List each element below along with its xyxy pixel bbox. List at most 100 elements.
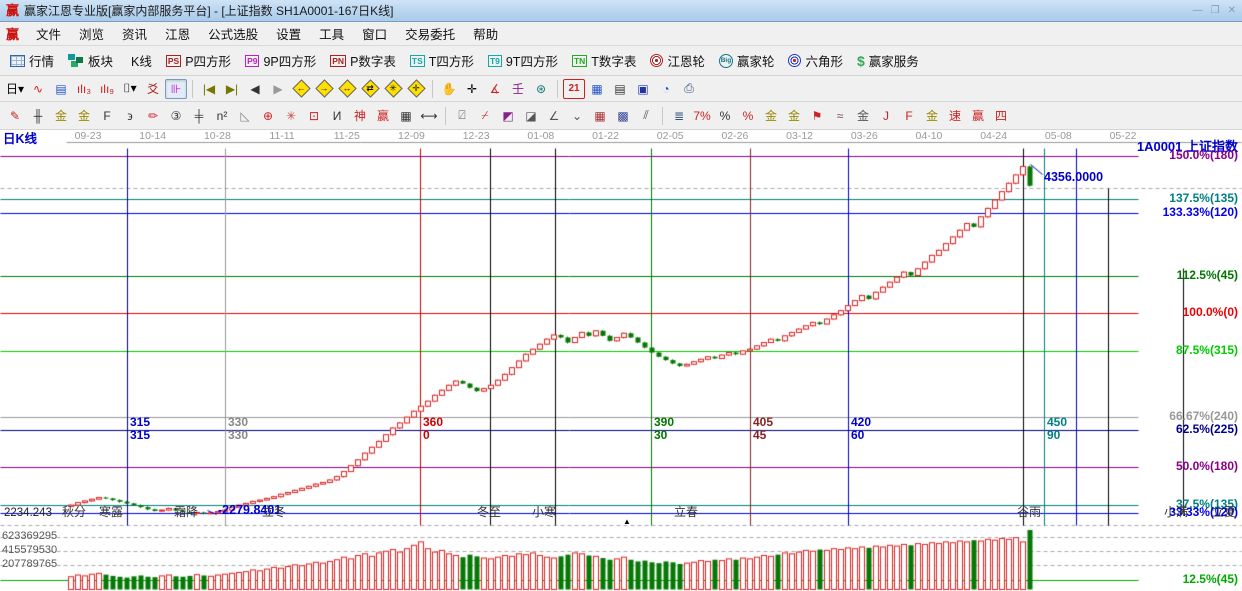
quotes-button[interactable]: 行情 [4,48,60,73]
menu-item-3[interactable]: 江恩 [156,21,199,46]
gann-tool-purple-button[interactable]: 壬 [507,79,529,99]
ying-tool-button[interactable]: 赢 [372,106,394,126]
fan-box-purple-button[interactable]: ◩ [497,106,519,126]
cycle-3-button[interactable]: ③ [165,106,187,126]
maximize-button[interactable]: ❐ [1211,5,1220,16]
level-table-button[interactable]: ≣ [668,106,690,126]
draw-pen-button[interactable]: ✎ [4,106,26,126]
flag-pen-button[interactable]: ⚑ [806,106,828,126]
ruler-ticks-button[interactable]: ╫ [27,106,49,126]
winner-wheel-button[interactable]: Big 赢家轮 [713,48,781,73]
gold-fan-button[interactable]: 金 [852,106,874,126]
menu-item-1[interactable]: 浏览 [70,21,113,46]
period-day-dropdown[interactable]: 日▾ [4,79,26,99]
close-button[interactable]: ✕ [1228,5,1236,16]
v-wave-button[interactable]: ⌄ [566,106,588,126]
zoom-all-diamond[interactable]: ✳ [382,79,404,99]
box-burst-button[interactable]: ⊡ [303,106,325,126]
hand-tool-button[interactable]: ✋ [438,79,460,99]
four-line-button[interactable]: 四 [990,106,1012,126]
save-button[interactable]: ▣ [632,79,654,99]
pattern-button[interactable]: 爻 [142,79,164,99]
parallel-lines-button[interactable]: ⫽ [635,106,657,126]
info-doc-button[interactable]: ▤ [50,79,72,99]
grid-blue-button[interactable]: ▩ [612,106,634,126]
angle-measure-button[interactable]: ∡ [484,79,506,99]
menu-item-7[interactable]: 窗口 [353,21,396,46]
winner-service-button[interactable]: $ 赢家服务 [851,48,925,73]
percent-7-button[interactable]: 7% [691,106,713,126]
t-square-button[interactable]: TS T四方形 [404,48,480,73]
f-ruler-button[interactable]: F [96,106,118,126]
calculator-button[interactable]: ▦ [586,79,608,99]
gann-wheel-button[interactable]: 江恩轮 [644,48,711,73]
menu-item-0[interactable]: 文件 [27,21,70,46]
calendar-21-button[interactable]: 21 [563,78,585,99]
gold-angle-button[interactable]: 金 [921,106,943,126]
kline-chart-canvas[interactable] [0,130,1242,591]
fan-red-button[interactable]: ⌿ [474,106,496,126]
print-button[interactable]: ⎙ [678,79,700,99]
sectors-button[interactable]: 板块 [62,48,119,73]
notes-button[interactable]: ▤ [609,79,631,99]
p-number-table-button[interactable]: PN P数字表 [324,48,402,73]
gold-ruler-1-button[interactable]: 金 [50,106,72,126]
speed-line-button[interactable]: 速 [944,106,966,126]
wave-channel-button[interactable]: ≈ [829,106,851,126]
menu-item-8[interactable]: 交易委托 [396,21,464,46]
j-line-button[interactable]: J [875,106,897,126]
child-window-icon[interactable]: 赢 [4,24,27,43]
gold-levels-button[interactable]: 金 [783,106,805,126]
menu-item-9[interactable]: 帮助 [464,21,507,46]
prev-button[interactable]: ◀ [244,79,266,99]
angle-fan-button[interactable]: ∠ [543,106,565,126]
angle-ruler-button[interactable]: ◺ [234,106,256,126]
gann-box-button[interactable]: ⍁ [451,106,473,126]
grid-123-button[interactable]: ▦ [395,106,417,126]
wave-marks-button[interactable]: И [326,106,348,126]
t-number-table-button[interactable]: TN T数字表 [566,48,642,73]
shen-tool-button[interactable]: 神 [349,106,371,126]
crosshair-button[interactable]: ✛ [461,79,483,99]
gold-circle-button[interactable]: 金 [760,106,782,126]
zoom-reset-diamond[interactable]: ✛ [405,79,427,99]
menu-item-5[interactable]: 设置 [267,21,310,46]
candle-style-dropdown[interactable]: ⌷▾ [119,79,141,99]
expand-diamond[interactable]: ↔ [336,79,358,99]
first-page-button[interactable]: |◀ [198,79,220,99]
n-squared-button[interactable]: n² [211,106,233,126]
star-burst-button[interactable]: ✳ [280,106,302,126]
last-page-button[interactable]: ▶| [221,79,243,99]
chart-clock-button[interactable]: ◔ [655,79,677,99]
gold-ruler-2-button[interactable]: 金 [73,106,95,126]
fan-box-button[interactable]: ◪ [520,106,542,126]
p-square-button[interactable]: PS P四方形 [160,48,237,73]
menu-item-2[interactable]: 资讯 [113,21,156,46]
hexagon-button[interactable]: 六角形 [782,48,849,73]
9t-square-button[interactable]: T9 9T四方形 [482,48,564,73]
9p-square-button[interactable]: P9 9P四方形 [239,48,322,73]
menu-item-4[interactable]: 公式选股 [199,21,267,46]
bars-9-button[interactable]: ılı₉ [96,79,118,99]
pen-2-button[interactable]: ✏ [142,106,164,126]
color-bars-button[interactable]: ⊪ [165,78,187,99]
shift-left-diamond[interactable]: ← [290,79,312,99]
width-measure-button[interactable]: ⟷ [418,106,440,126]
arc-tool-button[interactable]: ϶ [119,106,141,126]
wave-chart-button[interactable]: ∿ [27,79,49,99]
compress-diamond[interactable]: ⇄ [359,79,381,99]
grid-red-button[interactable]: ▦ [589,106,611,126]
percent-lines-button[interactable]: % [737,106,759,126]
percent-button[interactable]: % [714,106,736,126]
bars-3-button[interactable]: ılı₃ [73,79,95,99]
kline-button[interactable]: K线 [121,48,158,73]
ruler-2-button[interactable]: ╪ [188,106,210,126]
circle-target-button[interactable]: ⊕ [257,106,279,126]
next-button[interactable]: ▶ [267,79,289,99]
shift-right-diamond[interactable]: → [313,79,335,99]
smart-tool-button[interactable]: ⊛ [530,79,552,99]
ying-levels-button[interactable]: 赢 [967,106,989,126]
menu-item-6[interactable]: 工具 [310,21,353,46]
minimize-button[interactable]: — [1193,5,1203,16]
f-line-button[interactable]: F [898,106,920,126]
